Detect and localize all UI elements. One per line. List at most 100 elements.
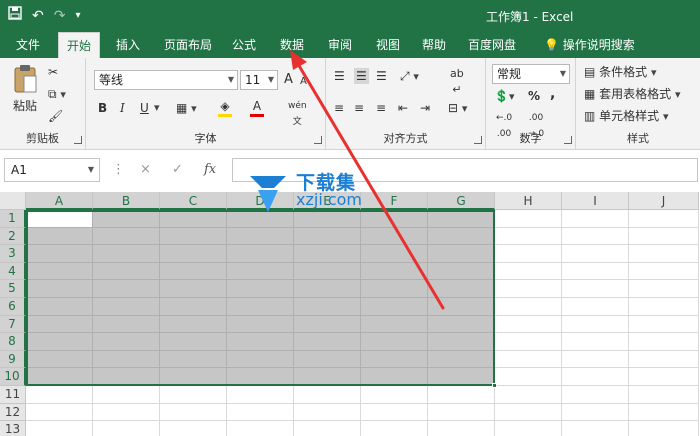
cell-a9[interactable] — [26, 350, 93, 369]
increase-indent-icon[interactable]: ⇥ — [420, 100, 430, 116]
cell-d5[interactable] — [227, 280, 294, 298]
tab-file[interactable]: 文件 — [8, 32, 48, 58]
column-header-h[interactable]: H — [495, 192, 562, 210]
cell-styles-button[interactable]: ▥ 单元格样式 ▾ — [584, 108, 669, 125]
customize-qat-icon[interactable]: ▾ — [75, 6, 80, 26]
cell-f10[interactable] — [361, 368, 428, 386]
cell-d2[interactable] — [227, 227, 294, 246]
cell-i7[interactable] — [562, 315, 629, 334]
cell-h5[interactable] — [495, 280, 562, 298]
font-name-dropdown[interactable]: 等线 ▼ — [94, 70, 238, 90]
cell-c6[interactable] — [160, 298, 227, 316]
cell-d11[interactable] — [227, 386, 294, 404]
tab-baidu-netdisk[interactable]: 百度网盘 — [460, 32, 524, 58]
cell-j11[interactable] — [629, 386, 699, 404]
cell-e11[interactable] — [294, 386, 361, 404]
cell-g3[interactable] — [428, 245, 495, 263]
tell-me-search[interactable]: 💡 操作说明搜索 — [536, 32, 643, 58]
cell-a13[interactable] — [26, 421, 93, 436]
cell-h9[interactable] — [495, 350, 562, 369]
cell-c13[interactable] — [160, 421, 227, 436]
number-launcher-icon[interactable] — [564, 136, 572, 144]
cell-f12[interactable] — [361, 403, 428, 422]
cell-a6[interactable] — [26, 298, 93, 316]
font-color-button[interactable]: A — [250, 98, 264, 117]
cell-c4[interactable] — [160, 262, 227, 281]
paste-button[interactable]: 粘贴 — [10, 64, 40, 114]
cell-e13[interactable] — [294, 421, 361, 436]
fill-color-button[interactable]: ◈ — [218, 98, 232, 117]
cell-j8[interactable] — [629, 333, 699, 351]
cell-e7[interactable] — [294, 315, 361, 334]
cell-g9[interactable] — [428, 350, 495, 369]
cell-b4[interactable] — [93, 262, 160, 281]
cell-f6[interactable] — [361, 298, 428, 316]
cell-f8[interactable] — [361, 333, 428, 351]
copy-icon[interactable]: ⧉ ▾ — [48, 86, 66, 103]
format-as-table-button[interactable]: ▦ 套用表格格式 ▾ — [584, 86, 681, 103]
cell-j13[interactable] — [629, 421, 699, 436]
save-icon[interactable] — [8, 6, 22, 26]
cell-d12[interactable] — [227, 403, 294, 422]
cell-j10[interactable] — [629, 368, 699, 386]
cell-i3[interactable] — [562, 245, 629, 263]
row-header-3[interactable]: 3 — [0, 245, 26, 263]
row-header-11[interactable]: 11 — [0, 386, 26, 404]
borders-icon[interactable]: ▦ ▾ — [176, 100, 197, 117]
cell-a11[interactable] — [26, 386, 93, 404]
cell-c8[interactable] — [160, 333, 227, 351]
cell-h2[interactable] — [495, 227, 562, 246]
cell-i11[interactable] — [562, 386, 629, 404]
tab-home[interactable]: 开始 — [58, 32, 101, 58]
cell-j3[interactable] — [629, 245, 699, 263]
cell-h10[interactable] — [495, 368, 562, 386]
tab-page-layout[interactable]: 页面布局 — [156, 32, 220, 58]
cell-e12[interactable] — [294, 403, 361, 422]
cell-h13[interactable] — [495, 421, 562, 436]
cell-c1[interactable] — [160, 210, 227, 228]
row-header-8[interactable]: 8 — [0, 333, 26, 351]
cell-g11[interactable] — [428, 386, 495, 404]
cell-b11[interactable] — [93, 386, 160, 404]
column-header-j[interactable]: J — [629, 192, 699, 210]
cell-g10[interactable] — [428, 368, 495, 386]
cell-d6[interactable] — [227, 298, 294, 316]
cell-g13[interactable] — [428, 421, 495, 436]
orientation-icon[interactable]: ⤢ ▾ — [400, 68, 419, 85]
cell-i1[interactable] — [562, 210, 629, 228]
cell-h12[interactable] — [495, 403, 562, 422]
cell-i6[interactable] — [562, 298, 629, 316]
cell-g6[interactable] — [428, 298, 495, 316]
cell-c3[interactable] — [160, 245, 227, 263]
cell-g1[interactable] — [428, 210, 495, 228]
underline-dropdown-icon[interactable]: ▾ — [154, 100, 160, 116]
cell-b6[interactable] — [93, 298, 160, 316]
cell-j2[interactable] — [629, 227, 699, 246]
row-header-6[interactable]: 6 — [0, 298, 26, 316]
accounting-format-icon[interactable]: 💲▾ — [494, 88, 514, 105]
tab-formulas[interactable]: 公式 — [224, 32, 264, 58]
cell-f13[interactable] — [361, 421, 428, 436]
cell-i5[interactable] — [562, 280, 629, 298]
comma-style-button[interactable]: , — [550, 86, 555, 102]
cell-h6[interactable] — [495, 298, 562, 316]
enter-icon[interactable]: ✓ — [172, 162, 183, 177]
cell-e3[interactable] — [294, 245, 361, 263]
cell-j12[interactable] — [629, 403, 699, 422]
cell-a2[interactable] — [26, 227, 93, 246]
column-header-i[interactable]: I — [562, 192, 629, 210]
row-header-4[interactable]: 4 — [0, 262, 26, 281]
cell-i9[interactable] — [562, 350, 629, 369]
worksheet-grid[interactable]: A B C D E F G H I J 1 2 3 4 5 6 7 8 9 10 11 12 13 — [0, 192, 700, 436]
cell-f7[interactable] — [361, 315, 428, 334]
cell-e4[interactable] — [294, 262, 361, 281]
column-header-c[interactable]: C — [160, 192, 227, 210]
cell-b5[interactable] — [93, 280, 160, 298]
tab-view[interactable]: 视图 — [368, 32, 408, 58]
cell-d7[interactable] — [227, 315, 294, 334]
tab-data[interactable]: 数据 — [272, 32, 312, 58]
cell-f5[interactable] — [361, 280, 428, 298]
cell-d3[interactable] — [227, 245, 294, 263]
cell-d4[interactable] — [227, 262, 294, 281]
cell-h11[interactable] — [495, 386, 562, 404]
